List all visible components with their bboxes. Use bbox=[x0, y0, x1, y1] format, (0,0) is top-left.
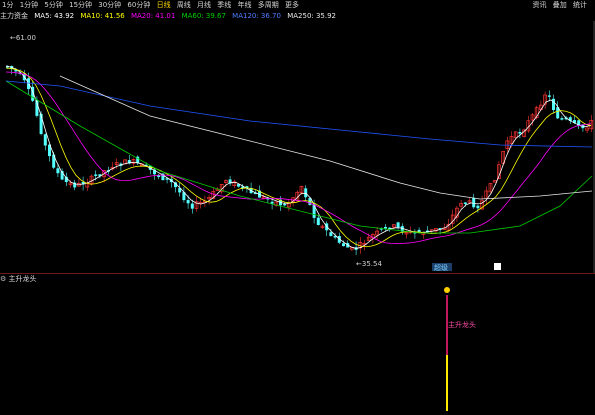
candle-body bbox=[547, 95, 551, 97]
period-tab-day[interactable]: 日线 bbox=[155, 0, 173, 11]
indicator-legend: ⚙ 主升龙头 bbox=[0, 274, 595, 284]
candle-body bbox=[94, 174, 98, 176]
kline-svg: ←61.00 ←35.54 超级 bbox=[5, 21, 595, 274]
ma20-value: MA20: 41.01 bbox=[130, 12, 176, 20]
signal-square bbox=[494, 263, 501, 270]
period-tab-2[interactable]: 1分钟 bbox=[18, 0, 40, 11]
candle-body bbox=[476, 205, 480, 209]
candle-body bbox=[472, 197, 476, 208]
indicator-gear-icon[interactable]: ⚙ bbox=[0, 275, 6, 283]
candle-body bbox=[560, 118, 564, 120]
candle-body bbox=[56, 168, 60, 174]
candle-body bbox=[396, 222, 400, 228]
candle-body bbox=[304, 188, 308, 198]
ma250-value: MA250: 35.92 bbox=[287, 12, 337, 20]
indicator-bar-lower bbox=[446, 355, 448, 411]
ma-legend: 主力资金 MA5: 43.92 MA10: 41.56 MA20: 41.01 … bbox=[0, 11, 595, 21]
stats-button[interactable]: 统计 bbox=[571, 0, 589, 11]
toolbar-right: 资讯 叠加 统计 bbox=[531, 0, 589, 11]
period-tab-year[interactable]: 年线 bbox=[236, 0, 254, 11]
overlay-button[interactable]: 叠加 bbox=[551, 0, 569, 11]
candle-body bbox=[157, 175, 161, 178]
period-tab-month[interactable]: 月线 bbox=[195, 0, 213, 11]
period-tab-6[interactable]: 60分钟 bbox=[125, 0, 152, 11]
indicator-svg: 主升龙头 bbox=[444, 287, 476, 411]
ma120-value: MA120: 36.70 bbox=[232, 12, 281, 20]
candle-body bbox=[384, 226, 387, 229]
period-toolbar: 1分 1分钟 5分钟 15分钟 30分钟 60分钟 日线 周线 月线 季线 年线… bbox=[0, 0, 595, 11]
period-tab-1[interactable]: 1分 bbox=[0, 0, 15, 11]
candle-body bbox=[552, 98, 555, 110]
info-button[interactable]: 资讯 bbox=[531, 0, 549, 11]
ma60-value: MA60: 39.67 bbox=[181, 12, 226, 20]
period-tab-multi[interactable]: 多周期 bbox=[256, 0, 281, 11]
candle-body bbox=[316, 217, 320, 225]
kline-chart[interactable]: ←61.00 ←35.54 超级 bbox=[0, 21, 595, 274]
candle-body bbox=[342, 243, 345, 247]
ma10-value: MA10: 41.56 bbox=[80, 12, 125, 20]
indicator-name: 主力资金 bbox=[0, 12, 28, 20]
signal-dot-icon bbox=[444, 287, 450, 293]
indicator-label: 主升龙头 bbox=[448, 320, 476, 329]
indicator-title: 主升龙头 bbox=[8, 275, 37, 283]
candle-body bbox=[190, 203, 194, 209]
low-price-label: ←35.54 bbox=[356, 260, 382, 268]
period-tab-5[interactable]: 30分钟 bbox=[96, 0, 123, 11]
candle-body bbox=[186, 200, 190, 204]
candle-body bbox=[329, 232, 333, 237]
candle-body bbox=[43, 134, 47, 146]
signal-marker: 超级 bbox=[434, 263, 448, 272]
indicator-chart[interactable]: 主升龙头 bbox=[0, 284, 595, 411]
candle-body bbox=[518, 131, 522, 134]
period-tab-3[interactable]: 5分钟 bbox=[42, 0, 64, 11]
period-tab-more[interactable]: 更多 bbox=[283, 0, 301, 11]
ma60-line bbox=[5, 80, 593, 234]
ma250-line bbox=[59, 75, 593, 200]
candle-body bbox=[463, 202, 467, 205]
period-tab-week[interactable]: 周线 bbox=[175, 0, 193, 11]
period-tab-season[interactable]: 季线 bbox=[215, 0, 233, 11]
high-price-label: ←61.00 bbox=[10, 34, 36, 42]
ma5-value: MA5: 43.92 bbox=[34, 12, 75, 20]
candle-body bbox=[312, 204, 316, 218]
period-tab-4[interactable]: 15分钟 bbox=[67, 0, 94, 11]
